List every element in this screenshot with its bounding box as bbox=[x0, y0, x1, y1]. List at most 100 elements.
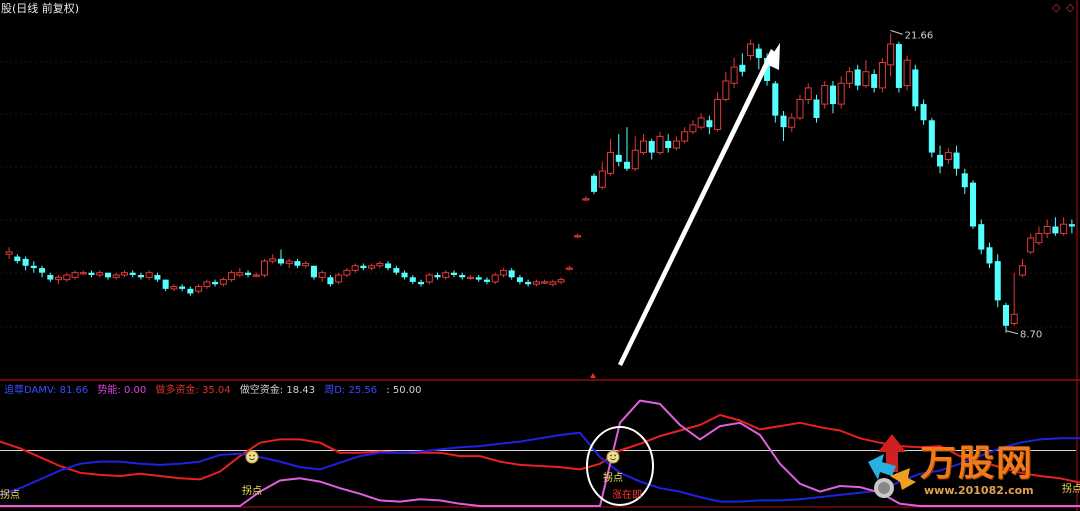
candle-body bbox=[104, 272, 111, 278]
turning-point-label: 拐点 bbox=[0, 490, 20, 501]
candle-body bbox=[681, 131, 689, 142]
candle-body bbox=[145, 272, 153, 278]
candle-body bbox=[1052, 226, 1059, 234]
candle-body bbox=[903, 59, 911, 87]
candle-body bbox=[574, 235, 582, 238]
candle-body bbox=[689, 124, 697, 133]
candle-body bbox=[1010, 313, 1018, 324]
candle-body bbox=[665, 141, 672, 148]
readout-short-funds: 做空资金: 18.43 bbox=[239, 385, 316, 396]
candle-body bbox=[1027, 237, 1035, 253]
candle-body bbox=[895, 44, 902, 88]
candle-body bbox=[854, 69, 861, 86]
candle-body bbox=[310, 265, 317, 278]
candle-body bbox=[203, 281, 211, 288]
candle-body bbox=[385, 263, 392, 269]
smiley-eye bbox=[614, 454, 616, 457]
candle-body bbox=[5, 251, 13, 255]
candle-body bbox=[376, 262, 384, 267]
candle-body bbox=[829, 85, 836, 105]
candle-body bbox=[418, 281, 425, 285]
candle-body bbox=[434, 274, 441, 278]
candle-body bbox=[928, 120, 935, 153]
smiley-eye bbox=[253, 454, 255, 457]
readout-weekly-d: 周D: 25.56 bbox=[324, 385, 378, 396]
turning-point-label: 拐点 bbox=[242, 486, 262, 497]
candle-body bbox=[187, 288, 194, 294]
candle-body bbox=[862, 71, 870, 87]
candle-body bbox=[706, 120, 713, 128]
candle-body bbox=[179, 286, 186, 289]
candle-body bbox=[639, 140, 648, 154]
candle-body bbox=[607, 152, 615, 174]
candle-body bbox=[1068, 224, 1075, 227]
candle-body bbox=[1043, 225, 1051, 234]
candle-body bbox=[450, 272, 458, 275]
candle-body bbox=[302, 262, 310, 267]
candle-body bbox=[277, 258, 285, 264]
candle-body bbox=[730, 66, 738, 84]
candle-body bbox=[318, 272, 326, 278]
chart-window: 21.66 8.70 股(日线 前复权) ◇ ◇ 追尊DAMV: 81.66 势能… bbox=[0, 0, 1080, 511]
candle-body bbox=[14, 256, 21, 262]
logo-wordmark: 万股网 bbox=[920, 443, 1035, 484]
candle-body bbox=[112, 274, 120, 278]
candle-body bbox=[269, 258, 277, 262]
max-price-label: 21.66 bbox=[905, 30, 934, 41]
candle-body bbox=[63, 274, 71, 281]
candle-body bbox=[615, 154, 622, 162]
candle-body bbox=[978, 224, 985, 250]
candle-body bbox=[912, 69, 919, 107]
candle-body bbox=[937, 154, 944, 167]
candle-body bbox=[714, 98, 722, 130]
candle-body bbox=[722, 80, 730, 100]
candle-body bbox=[491, 274, 499, 283]
candle-body bbox=[96, 272, 104, 276]
readout-long-funds: 做多资金: 35.04 bbox=[155, 385, 231, 396]
candle-body bbox=[821, 85, 829, 105]
indicator-readout: 追尊DAMV: 81.66 势能: 0.00 做多资金: 35.04 做空资金:… bbox=[4, 381, 428, 396]
candle-body bbox=[772, 83, 779, 116]
candle-body bbox=[294, 261, 301, 266]
candle-body bbox=[425, 274, 433, 283]
candle-body bbox=[335, 274, 343, 283]
candle-body bbox=[944, 152, 952, 161]
candle-body bbox=[30, 265, 37, 269]
candle-body bbox=[970, 182, 977, 227]
candle-body bbox=[360, 265, 367, 269]
candle-body bbox=[71, 272, 79, 278]
candle-body bbox=[878, 62, 886, 89]
candle-body bbox=[236, 272, 244, 276]
prev-period-button[interactable]: ◇ bbox=[1052, 1, 1060, 14]
candle-body bbox=[920, 104, 927, 121]
candle-body bbox=[598, 170, 606, 188]
candle-body bbox=[55, 276, 63, 281]
candle-body bbox=[1060, 223, 1068, 234]
candle-body bbox=[212, 281, 219, 285]
candle-body bbox=[516, 277, 523, 282]
candle-body bbox=[285, 260, 293, 264]
candle-body bbox=[393, 268, 400, 273]
candle-body bbox=[475, 277, 482, 280]
candle-body bbox=[22, 258, 29, 266]
next-period-button[interactable]: ◇ bbox=[1066, 1, 1074, 14]
candle-body bbox=[368, 265, 376, 269]
candle-body bbox=[252, 274, 260, 277]
candle-body bbox=[961, 173, 968, 188]
candle-body bbox=[466, 276, 474, 280]
candle-body bbox=[1035, 232, 1043, 244]
candle-body bbox=[137, 274, 144, 278]
candle-body bbox=[260, 260, 269, 276]
candle-body bbox=[541, 281, 549, 284]
candle-body bbox=[549, 281, 557, 285]
logo-url: www.201082.com bbox=[924, 484, 1034, 497]
candle-body bbox=[648, 141, 655, 153]
smiley-icon bbox=[606, 450, 620, 464]
watermark-logo: 万股网 www.201082.com bbox=[862, 432, 1052, 504]
candle-body bbox=[845, 71, 853, 84]
candle-body bbox=[582, 198, 590, 201]
candle-body bbox=[508, 270, 515, 278]
candle-body bbox=[154, 274, 161, 280]
candle-body bbox=[565, 267, 573, 270]
candle-body bbox=[343, 269, 351, 276]
